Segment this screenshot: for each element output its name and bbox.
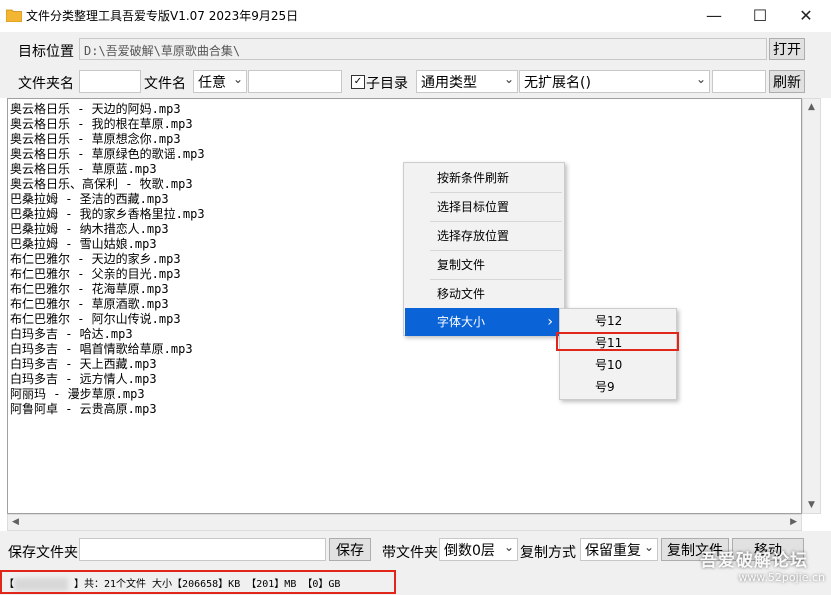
chevron-down-icon: ⌄ xyxy=(503,72,514,86)
copy-mode-value: 保留重复 xyxy=(585,543,641,559)
menu-item-font-size[interactable]: 字体大小 › xyxy=(405,308,563,336)
font-size-10[interactable]: 号10 xyxy=(561,354,675,376)
font-size-12[interactable]: 号12 xyxy=(561,310,675,332)
menu-item-font-size-label: 字体大小 xyxy=(437,315,486,329)
file-name-mode-select[interactable]: 任意 ⌄ xyxy=(193,70,247,93)
list-item[interactable]: 白玛多吉 - 天上西藏.mp3 xyxy=(10,357,157,372)
extension-value: 无扩展名() xyxy=(524,75,591,91)
font-size-9[interactable]: 号9 xyxy=(561,376,675,398)
chevron-down-icon: ⌄ xyxy=(695,72,706,86)
target-label: 目标位置 xyxy=(18,44,74,60)
extra-input[interactable] xyxy=(712,70,766,93)
context-menu: 按新条件刷新 选择目标位置 选择存放位置 复制文件 移动文件 字体大小 › xyxy=(403,162,565,336)
list-item[interactable]: 布仁巴雅尔 - 草原酒歌.mp3 xyxy=(10,297,169,312)
menu-item-copy-files[interactable]: 复制文件 xyxy=(405,251,563,279)
list-item[interactable]: 白玛多吉 - 哈达.mp3 xyxy=(10,327,133,342)
list-item[interactable]: 巴桑拉姆 - 圣洁的西藏.mp3 xyxy=(10,192,169,207)
watermark: 吾爱破解论坛 www.52pojie.cn xyxy=(700,546,831,586)
list-item[interactable]: 布仁巴雅尔 - 阿尔山传说.mp3 xyxy=(10,312,181,327)
scroll-right-icon[interactable]: ▶ xyxy=(790,517,797,527)
font-size-submenu: 号12 号11 号10 号9 xyxy=(559,308,677,400)
watermark-title: 吾爱破解论坛 xyxy=(700,551,808,571)
list-item[interactable]: 奥云格日乐 - 草原绿色的歌谣.mp3 xyxy=(10,147,205,162)
save-folder-label: 保存文件夹 xyxy=(8,545,78,561)
menu-item-select-target[interactable]: 选择目标位置 xyxy=(405,193,563,221)
save-folder-input[interactable] xyxy=(79,538,326,561)
title-bar: 文件分类整理工具吾爱专版V1.07 2023年9月25日 — ☐ ✕ xyxy=(0,0,831,32)
chevron-down-icon: ⌄ xyxy=(503,540,514,554)
maximize-button[interactable]: ☐ xyxy=(737,0,783,30)
subdir-label: 子目录 xyxy=(366,76,408,92)
minimize-button[interactable]: — xyxy=(691,0,737,30)
chevron-right-icon: › xyxy=(547,314,553,330)
menu-item-select-save[interactable]: 选择存放位置 xyxy=(405,222,563,250)
file-name-label: 文件名 xyxy=(144,76,186,92)
scroll-up-icon[interactable]: ▲ xyxy=(808,102,815,112)
menu-item-refresh[interactable]: 按新条件刷新 xyxy=(405,164,563,192)
list-item[interactable]: 阿鲁阿卓 - 云贵高原.mp3 xyxy=(10,402,157,417)
file-type-select[interactable]: 通用类型 ⌄ xyxy=(416,70,518,93)
with-folder-label: 带文件夹 xyxy=(382,545,438,561)
status-highlight-box xyxy=(0,570,396,594)
file-name-mode-value: 任意 xyxy=(198,75,226,91)
list-item[interactable]: 巴桑拉姆 - 纳木措恋人.mp3 xyxy=(10,222,169,237)
close-button[interactable]: ✕ xyxy=(783,0,829,30)
list-item[interactable]: 奥云格日乐、高保利 - 牧歌.mp3 xyxy=(10,177,193,192)
copy-mode-label: 复制方式 xyxy=(520,545,576,561)
extension-select[interactable]: 无扩展名() ⌄ xyxy=(519,70,710,93)
list-item[interactable]: 巴桑拉姆 - 我的家乡香格里拉.mp3 xyxy=(10,207,205,222)
submenu-highlight-box xyxy=(556,332,679,351)
open-button[interactable]: 打开 xyxy=(769,38,805,60)
file-name-input[interactable] xyxy=(248,70,342,93)
scroll-left-icon[interactable]: ◀ xyxy=(12,517,19,527)
list-item[interactable]: 白玛多吉 - 远方情人.mp3 xyxy=(10,372,157,387)
level-select[interactable]: 倒数0层 ⌄ xyxy=(439,538,518,561)
watermark-url: www.52pojie.cn xyxy=(738,571,825,584)
folder-name-label: 文件夹名 xyxy=(18,76,74,92)
list-item[interactable]: 奥云格日乐 - 草原想念你.mp3 xyxy=(10,132,181,147)
list-item[interactable]: 白玛多吉 - 唱首情歌给草原.mp3 xyxy=(10,342,193,357)
list-item[interactable]: 布仁巴雅尔 - 天边的家乡.mp3 xyxy=(10,252,181,267)
copy-mode-select[interactable]: 保留重复 ⌄ xyxy=(580,538,658,561)
file-type-value: 通用类型 xyxy=(421,75,477,91)
horizontal-scrollbar[interactable]: ◀ ▶ xyxy=(7,514,802,531)
menu-item-move-files[interactable]: 移动文件 xyxy=(405,280,563,308)
list-item[interactable]: 奥云格日乐 - 草原蓝.mp3 xyxy=(10,162,157,177)
refresh-button[interactable]: 刷新 xyxy=(769,70,805,93)
list-item[interactable]: 奥云格日乐 - 天边的阿妈.mp3 xyxy=(10,102,181,117)
list-item[interactable]: 阿丽玛 - 漫步草原.mp3 xyxy=(10,387,145,402)
level-value: 倒数0层 xyxy=(444,543,495,559)
chevron-down-icon: ⌄ xyxy=(643,540,654,554)
folder-name-input[interactable] xyxy=(79,70,141,93)
target-path-field[interactable]: D:\吾爱破解\草原歌曲合集\ xyxy=(79,38,767,60)
window-title: 文件分类整理工具吾爱专版V1.07 2023年9月25日 xyxy=(26,9,299,23)
list-item[interactable]: 奥云格日乐 - 我的根在草原.mp3 xyxy=(10,117,193,132)
list-item[interactable]: 巴桑拉姆 - 雪山姑娘.mp3 xyxy=(10,237,157,252)
folder-icon xyxy=(6,9,22,22)
list-item[interactable]: 布仁巴雅尔 - 父亲的目光.mp3 xyxy=(10,267,181,282)
save-button[interactable]: 保存 xyxy=(329,538,371,561)
subdir-checkbox[interactable]: ✓ xyxy=(351,75,365,89)
vertical-scrollbar[interactable]: ▲ ▼ xyxy=(802,98,821,514)
chevron-down-icon: ⌄ xyxy=(232,72,243,86)
list-item[interactable]: 布仁巴雅尔 - 花海草原.mp3 xyxy=(10,282,169,297)
scroll-down-icon[interactable]: ▼ xyxy=(808,500,815,510)
